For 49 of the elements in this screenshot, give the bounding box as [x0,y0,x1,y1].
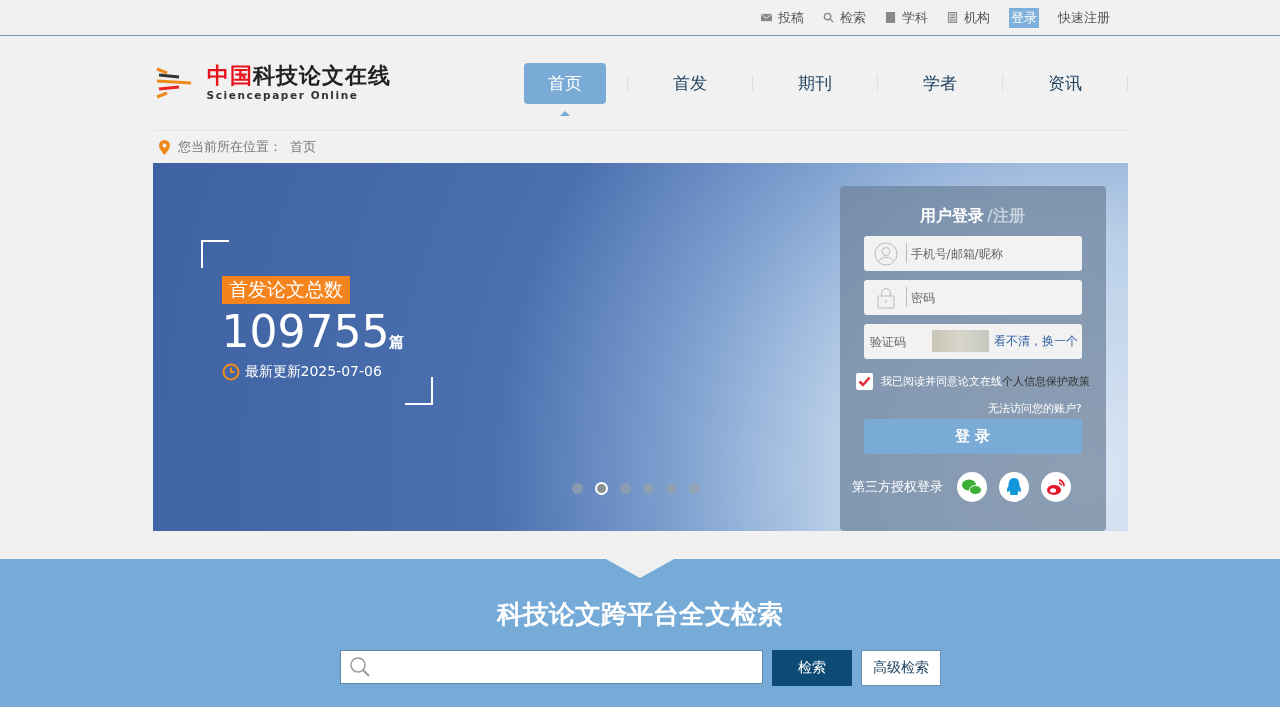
logo-subtitle: Sciencepaper Online [206,89,360,101]
password-field[interactable]: 密码 [863,280,1082,315]
corner-bracket [404,377,433,405]
privacy-policy-link[interactable]: 个人信息保护政策 [1001,375,1090,388]
advanced-search-button[interactable]: 高级检索 [860,650,941,686]
search-title: 科技论文跨平台全文检索 [497,598,783,631]
carousel-dot[interactable] [620,483,631,494]
chat-bubbles-icon[interactable] [956,472,987,502]
agree-checkbox[interactable] [855,373,873,390]
nav-tab[interactable]: 首发 [648,62,731,104]
search-button[interactable]: 检索 [771,650,852,686]
breadcrumb-link[interactable]: 首页 [289,138,316,156]
clock-icon [221,363,240,381]
document-icon [947,12,958,23]
paper-count: 109755 [221,306,390,357]
search-field[interactable] [339,650,763,684]
nav-tab[interactable]: 资讯 [1023,62,1106,104]
location-pin-icon [158,139,170,155]
carousel-dot[interactable] [595,482,608,495]
stat-badge: 首发论文总数 [221,276,350,304]
carousel-dot[interactable] [666,483,677,494]
envelope-icon [761,12,772,23]
carousel-dot[interactable] [643,483,654,494]
third-party-login-label: 第三方授权登录 [851,478,943,496]
book-icon [885,12,896,23]
top-link[interactable]: 快速注册 [1056,7,1112,28]
count-unit: 篇 [389,333,405,352]
logo-title: 中国科技论文在线 [206,65,391,87]
corner-bracket [200,240,229,268]
carousel-dot[interactable] [689,483,700,494]
update-date: 最新更新2025-07-06 [244,363,382,381]
top-link[interactable]: 检索 [838,7,868,28]
username-field[interactable]: 手机号/邮箱/昵称 [863,236,1082,271]
search-icon [823,12,834,23]
refresh-captcha-link[interactable]: 看不清，换一个 [993,334,1078,349]
user-icon [873,241,898,266]
top-link[interactable]: 投稿 [776,7,806,28]
nav-tab[interactable]: 期刊 [773,62,856,104]
nav-tab[interactable]: 学者 [898,62,981,104]
eye-logo-icon[interactable] [1040,472,1071,502]
penguin-icon[interactable] [998,472,1029,502]
breadcrumb-label: 您当前所在位置： [177,138,282,156]
top-link[interactable]: 机构 [962,7,992,28]
search-icon [348,656,371,678]
top-link[interactable]: 学科 [900,7,930,28]
login-title: 用户登录 [920,206,985,227]
pointer-notch [606,559,674,578]
carousel-dot[interactable] [572,483,583,494]
agreement-text: 我已阅读并同意论文在线个人信息保护政策 [880,374,1090,389]
